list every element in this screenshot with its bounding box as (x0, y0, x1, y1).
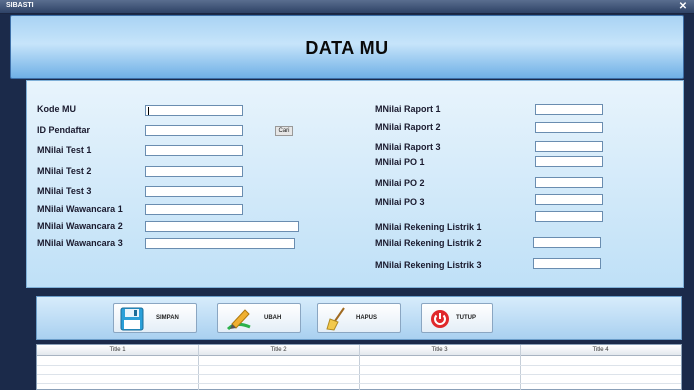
label-mnilai-wawancara-3: MNilai Wawancara 3 (37, 238, 123, 248)
tutup-button[interactable]: TUTUP (421, 303, 493, 333)
mnilai-wawancara-2-input[interactable] (145, 221, 299, 232)
mnilai-test-2-input[interactable] (145, 166, 243, 177)
ubah-label: UBAH (264, 315, 282, 321)
mnilai-raport-1-input[interactable] (535, 104, 603, 115)
label-mnilai-raport-2: MNilai Raport 2 (375, 122, 441, 132)
save-disk-icon (120, 307, 144, 331)
mnilai-wawancara-3-input[interactable] (145, 238, 295, 249)
mnilai-test-1-input[interactable] (145, 145, 243, 156)
label-mnilai-test-2: MNilai Test 2 (37, 166, 92, 176)
tutup-label: TUTUP (456, 315, 476, 321)
table-header-title-3[interactable]: Title 3 (359, 347, 520, 353)
label-mnilai-rekening-listrik-3: MNilai Rekening Listrik 3 (375, 260, 482, 270)
mnilai-wawancara-1-input[interactable] (145, 204, 243, 215)
label-mnilai-rekening-listrik-2: MNilai Rekening Listrik 2 (375, 238, 482, 248)
label-mnilai-po-1: MNilai PO 1 (375, 157, 425, 167)
form-panel: Kode MU ID Pendaftar MNilai Test 1 MNila… (26, 80, 684, 288)
cari-button[interactable]: Cari (275, 126, 293, 136)
table-row[interactable] (37, 374, 681, 375)
data-table[interactable]: Title 1 Title 2 Title 3 Title 4 (36, 344, 682, 390)
power-icon (431, 310, 449, 328)
mnilai-raport-3-input[interactable] (535, 141, 603, 152)
mnilai-rekening-listrik-1-input[interactable] (535, 211, 603, 222)
table-header-title-2[interactable]: Title 2 (198, 347, 359, 353)
id-pendaftar-input[interactable] (145, 125, 243, 136)
broom-icon (326, 307, 345, 331)
hapus-label: HAPUS (356, 315, 378, 321)
label-kode-mu: Kode MU (37, 104, 76, 114)
label-mnilai-raport-3: MNilai Raport 3 (375, 142, 441, 152)
label-mnilai-wawancara-2: MNilai Wawancara 2 (37, 221, 123, 231)
hapus-button[interactable]: HAPUS (317, 303, 401, 333)
label-mnilai-wawancara-1: MNilai Wawancara 1 (37, 204, 123, 214)
mnilai-rekening-listrik-3-input[interactable] (533, 258, 601, 269)
label-mnilai-test-3: MNilai Test 3 (37, 186, 92, 196)
label-id-pendaftar: ID Pendaftar (37, 125, 91, 135)
close-icon[interactable]: ✕ (676, 1, 690, 12)
kode-mu-input[interactable] (145, 105, 243, 116)
text-cursor (148, 107, 149, 115)
label-mnilai-rekening-listrik-1: MNilai Rekening Listrik 1 (375, 222, 482, 232)
table-header-title-4[interactable]: Title 4 (520, 347, 681, 353)
page-title: DATA MU (305, 38, 389, 58)
window-titlebar: SIBASTI ✕ (0, 0, 694, 14)
label-mnilai-raport-1: MNilai Raport 1 (375, 104, 441, 114)
simpan-button[interactable]: SIMPAN (113, 303, 197, 333)
button-bar: SIMPAN UBAH HAPUS TUTUP (36, 296, 682, 340)
table-row[interactable] (37, 383, 681, 384)
simpan-label: SIMPAN (156, 315, 179, 321)
mnilai-rekening-listrik-2-input[interactable] (533, 237, 601, 248)
mnilai-po-2-input[interactable] (535, 177, 603, 188)
window-title: SIBASTI (6, 2, 34, 9)
label-mnilai-test-1: MNilai Test 1 (37, 145, 92, 155)
mnilai-po-3-input[interactable] (535, 194, 603, 205)
mnilai-po-1-input[interactable] (535, 156, 603, 167)
table-row[interactable] (37, 365, 681, 366)
label-mnilai-po-2: MNilai PO 2 (375, 178, 425, 188)
mnilai-test-3-input[interactable] (145, 186, 243, 197)
page-header: DATA MU (10, 15, 684, 79)
table-header-title-1[interactable]: Title 1 (37, 347, 198, 353)
mnilai-raport-2-input[interactable] (535, 122, 603, 133)
label-mnilai-po-3: MNilai PO 3 (375, 197, 425, 207)
edit-pencil-icon (226, 309, 251, 331)
ubah-button[interactable]: UBAH (217, 303, 301, 333)
